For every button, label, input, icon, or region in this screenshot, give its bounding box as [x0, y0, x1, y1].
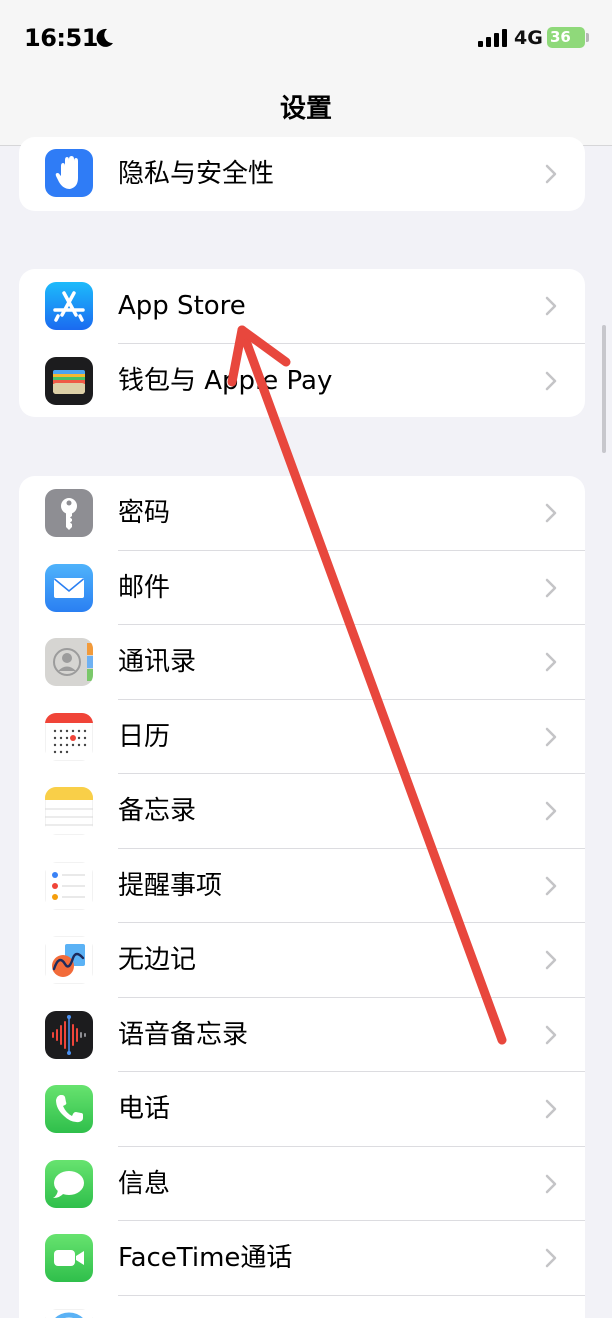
- mail-icon: [45, 563, 93, 612]
- settings-row-label: 邮件: [118, 572, 171, 603]
- settings-row-label: 提醒事项: [118, 870, 223, 901]
- key-icon: [45, 489, 93, 537]
- wallet-icon: [45, 356, 93, 405]
- settings-row-label: App Store: [118, 291, 246, 321]
- chevron-right-icon: [545, 876, 557, 895]
- settings-row-app-store[interactable]: App Store: [19, 269, 585, 344]
- app-icon-partial: [45, 1308, 93, 1318]
- chevron-right-icon: [545, 1025, 557, 1044]
- chevron-right-icon: [545, 1099, 557, 1119]
- settings-group-apps: 密码 邮件 通讯录 日历 备忘录 提醒事项 无边记 语音备忘录 电话 信息 Fa…: [19, 476, 585, 1318]
- battery-cap: [586, 33, 589, 42]
- settings-row-mail[interactable]: 邮件: [19, 551, 585, 625]
- settings-row-label: 钱包与 Apple Pay: [118, 365, 333, 396]
- settings-row-phone[interactable]: 电话: [19, 1072, 585, 1147]
- status-time: 16:51: [24, 24, 98, 52]
- chevron-right-icon: [545, 950, 557, 970]
- cellular-signal-icon: [478, 29, 507, 47]
- chevron-right-icon: [545, 578, 557, 597]
- chevron-right-icon: [545, 652, 557, 672]
- chevron-right-icon: [545, 296, 557, 316]
- freeform-icon: [45, 936, 93, 984]
- settings-row-label: FaceTime通话: [118, 1243, 293, 1273]
- settings-row-label: 密码: [118, 498, 171, 528]
- settings-row-label: 备忘录: [118, 796, 197, 826]
- settings-row-label: 电话: [118, 1094, 171, 1124]
- settings-row-facetime[interactable]: FaceTime通话: [19, 1221, 585, 1296]
- settings-row-label: 通讯录: [118, 647, 197, 677]
- settings-row-label: 语音备忘录: [118, 1019, 249, 1050]
- settings-row-freeform[interactable]: 无边记: [19, 923, 585, 998]
- settings-row-contacts[interactable]: 通讯录: [19, 625, 585, 700]
- facetime-icon: [45, 1234, 93, 1282]
- hand-icon: [45, 149, 93, 197]
- settings-row-label: 无边记: [118, 945, 197, 975]
- settings-row-notes[interactable]: 备忘录: [19, 774, 585, 849]
- status-bar: 16:51 4G 36: [0, 0, 612, 80]
- moon-icon: [96, 28, 113, 47]
- chevron-right-icon: [545, 727, 557, 746]
- calendar-icon: [45, 712, 93, 761]
- chevron-right-icon: [545, 1174, 557, 1193]
- settings-row-reminders[interactable]: 提醒事项: [19, 849, 585, 923]
- chevron-right-icon: [545, 371, 557, 390]
- chevron-right-icon: [545, 164, 557, 184]
- settings-row-label: 信息: [118, 1168, 171, 1199]
- settings-row-messages[interactable]: 信息: [19, 1147, 585, 1221]
- chevron-right-icon: [545, 1248, 557, 1268]
- settings-row-passwords[interactable]: 密码: [19, 476, 585, 551]
- battery-level: 36: [550, 28, 571, 46]
- messages-icon: [45, 1159, 93, 1208]
- notes-icon: [45, 787, 93, 835]
- settings-row-label: 日历: [118, 721, 171, 752]
- settings-row-wallet[interactable]: 钱包与 Apple Pay: [19, 344, 585, 418]
- chevron-right-icon: [545, 801, 557, 821]
- battery-icon: 36: [547, 27, 585, 48]
- voice-memos-icon: [45, 1010, 93, 1059]
- page-title: 设置: [279, 94, 332, 124]
- chevron-right-icon: [545, 503, 557, 523]
- phone-icon: [45, 1085, 93, 1133]
- contacts-icon: [45, 638, 93, 686]
- settings-group-privacy: 隐私与安全性: [19, 137, 585, 211]
- settings-row-voice-memos[interactable]: 语音备忘录: [19, 998, 585, 1072]
- reminders-icon: [45, 861, 93, 910]
- scroll-indicator[interactable]: [602, 325, 606, 453]
- settings-row-privacy[interactable]: 隐私与安全性: [19, 137, 585, 211]
- network-type: 4G: [514, 27, 543, 49]
- app-store-icon: [45, 282, 93, 330]
- settings-row-label: 隐私与安全性: [118, 159, 275, 189]
- settings-row-calendar[interactable]: 日历: [19, 700, 585, 774]
- settings-group-store: App Store 钱包与 Apple Pay: [19, 269, 585, 417]
- settings-row-partial[interactable]: [19, 1296, 585, 1318]
